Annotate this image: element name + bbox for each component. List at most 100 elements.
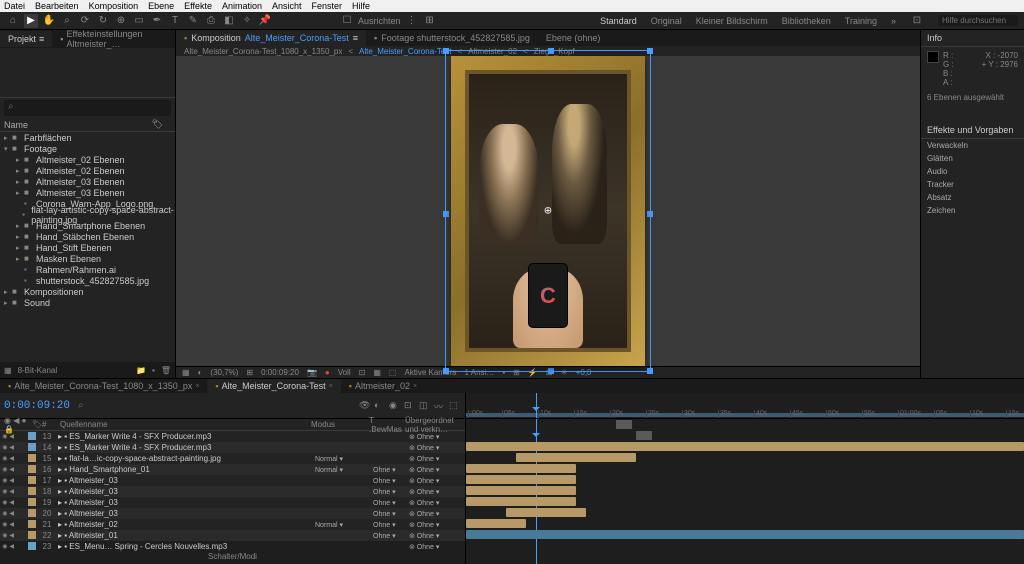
trash-icon[interactable]: 🗑 bbox=[161, 366, 171, 375]
workspace-training[interactable]: Training bbox=[845, 16, 877, 26]
timeline-layer-row[interactable]: ◉◀13▸ ▪ ES_Marker Write 4 - SFX Producer… bbox=[0, 431, 465, 442]
puppet-tool-icon[interactable]: 📌 bbox=[258, 14, 272, 28]
home-icon[interactable]: ⌂ bbox=[6, 14, 20, 28]
3d-icon[interactable]: ◫ bbox=[419, 400, 431, 412]
menu-window[interactable]: Fenster bbox=[312, 1, 343, 11]
project-folder[interactable]: ▸■Masken Ebenen bbox=[0, 253, 175, 264]
timeline-layer-row[interactable]: ◉◀14▸ ▪ ES_Marker Write 4 - SFX Producer… bbox=[0, 442, 465, 453]
menu-view[interactable]: Ansicht bbox=[272, 1, 302, 11]
tab-footage[interactable]: ▪Footage shutterstock_452827585.jpg bbox=[366, 30, 538, 46]
timeline-layer-row[interactable]: ◉◀23▸ ▪ ES_Menu… Spring - Cercles Nouvel… bbox=[0, 541, 465, 552]
shy-icon[interactable]: 👁 bbox=[359, 400, 371, 412]
project-folder[interactable]: ▸■Hand_Stäbchen Ebenen bbox=[0, 231, 175, 242]
project-search-input[interactable] bbox=[4, 100, 171, 116]
layer-bar[interactable] bbox=[506, 508, 586, 517]
view-option-icon[interactable]: ▪ bbox=[502, 368, 505, 377]
tab-project[interactable]: Projekt ≡ bbox=[0, 31, 52, 47]
brush-tool-icon[interactable]: ✎ bbox=[186, 14, 200, 28]
workspace-libraries[interactable]: Bibliotheken bbox=[782, 16, 831, 26]
views-dropdown[interactable]: 1 Ansi… bbox=[465, 368, 495, 377]
layer-bar[interactable] bbox=[466, 497, 576, 506]
camera-dropdown[interactable]: Aktive Kamera bbox=[404, 368, 456, 377]
timeline-tracks[interactable] bbox=[466, 419, 1024, 564]
stamp-tool-icon[interactable]: ⎙ bbox=[204, 14, 218, 28]
menu-composition[interactable]: Komposition bbox=[89, 1, 139, 11]
layer-bar[interactable] bbox=[516, 453, 636, 462]
project-folder[interactable]: ▸■Altmeister_03 Ebenen bbox=[0, 187, 175, 198]
frame-blend-icon[interactable]: ⊡ bbox=[404, 400, 416, 412]
guides-icon[interactable]: ▦ bbox=[373, 368, 381, 377]
panel-section[interactable]: Zeichen bbox=[921, 204, 1024, 217]
new-comp-icon[interactable]: ▪ bbox=[152, 366, 155, 375]
layer-bar[interactable] bbox=[636, 431, 652, 440]
project-folder[interactable]: ▸■Altmeister_02 Ebenen bbox=[0, 165, 175, 176]
exposure-icon[interactable]: ☀ bbox=[561, 368, 568, 377]
layer-bar[interactable] bbox=[466, 442, 1024, 451]
panel-section[interactable]: Audio bbox=[921, 165, 1024, 178]
tab-layer[interactable]: Ebene (ohne) bbox=[538, 30, 609, 46]
snapshot-icon[interactable]: 📷 bbox=[307, 368, 317, 377]
alpha-icon[interactable]: ◐ bbox=[198, 368, 203, 377]
crumb-item[interactable]: Alte_Meister_Corona-Test_1080_x_1350_px bbox=[184, 47, 342, 56]
project-file[interactable]: ▪Rahmen/Rahmen.ai bbox=[0, 264, 175, 275]
col-source[interactable]: Quellenname bbox=[60, 420, 311, 429]
layer-bar[interactable] bbox=[616, 420, 632, 429]
selection-tool-icon[interactable]: ▶ bbox=[24, 14, 38, 28]
timeline-tab[interactable]: ▪Altmeister_02× bbox=[341, 379, 425, 393]
fx-icon[interactable]: ◉ bbox=[389, 400, 401, 412]
timeline-layer-row[interactable]: ◉◀18▸ ▪ Altmeister_03Ohne ▾⊚ Ohne ▾ bbox=[0, 486, 465, 497]
workspace-more[interactable]: » bbox=[891, 16, 896, 26]
composition-viewer[interactable]: C ⊕ bbox=[176, 56, 920, 366]
timeline-layer-row[interactable]: ◉◀15▸ ▪ flat-la…ic-copy-space-abstract-p… bbox=[0, 453, 465, 464]
panel-section[interactable]: Glätten bbox=[921, 152, 1024, 165]
mask-icon[interactable]: ⬚ bbox=[389, 368, 397, 377]
mask-toggle-icon[interactable]: ▦ bbox=[182, 368, 190, 377]
timeline-layer-row[interactable]: ◉◀19▸ ▪ Altmeister_03Ohne ▾⊚ Ohne ▾ bbox=[0, 497, 465, 508]
col-tag-icon[interactable]: 🏷 bbox=[152, 119, 163, 130]
blur-icon[interactable]: ◐ bbox=[374, 400, 386, 412]
workspace-small[interactable]: Kleiner Bildschirm bbox=[696, 16, 768, 26]
menu-animation[interactable]: Animation bbox=[222, 1, 262, 11]
menu-layer[interactable]: Ebene bbox=[148, 1, 174, 11]
layer-bar[interactable] bbox=[466, 464, 576, 473]
workspace-original[interactable]: Original bbox=[651, 16, 682, 26]
search-icon[interactable]: ⌕ bbox=[78, 400, 84, 411]
project-file[interactable]: ▪shutterstock_452827585.jpg bbox=[0, 275, 175, 286]
timeline-icon[interactable]: ⊡ bbox=[546, 368, 553, 377]
sync-icon[interactable]: ⊡ bbox=[910, 14, 924, 28]
res-icon[interactable]: ⊞ bbox=[246, 368, 253, 377]
crumb-item[interactable]: Ziege_Kopf bbox=[534, 47, 575, 56]
interpret-icon[interactable]: ▦ bbox=[4, 366, 12, 375]
fast-preview-icon[interactable]: ⚡ bbox=[528, 368, 538, 377]
roto-tool-icon[interactable]: ✧ bbox=[240, 14, 254, 28]
project-folder[interactable]: ▸■Hand_Stift Ebenen bbox=[0, 242, 175, 253]
panel-section[interactable]: Absatz bbox=[921, 191, 1024, 204]
project-folder[interactable]: ▾■Footage bbox=[0, 143, 175, 154]
menu-icon[interactable]: ≡ bbox=[39, 34, 44, 44]
canvas[interactable]: C ⊕ bbox=[451, 56, 645, 366]
col-name[interactable]: Name bbox=[4, 120, 152, 130]
timeline-layer-row[interactable]: ◉◀17▸ ▪ Altmeister_03Ohne ▾⊚ Ohne ▾ bbox=[0, 475, 465, 486]
crumb-item[interactable]: Alte_Meister_Corona-Test bbox=[359, 47, 451, 56]
menu-help[interactable]: Hilfe bbox=[352, 1, 370, 11]
project-folder[interactable]: ▸■Farbflächen bbox=[0, 132, 175, 143]
workspace-standard[interactable]: Standard bbox=[600, 16, 637, 26]
toggle-icon[interactable]: ⊞ bbox=[423, 14, 437, 28]
channel-icon[interactable]: ● bbox=[325, 368, 330, 377]
help-search-input[interactable] bbox=[938, 15, 1018, 26]
menu-icon[interactable]: ≡ bbox=[353, 33, 358, 43]
draft-icon[interactable]: ⬚ bbox=[449, 400, 461, 412]
playhead[interactable] bbox=[536, 393, 537, 418]
layer-bar[interactable] bbox=[466, 519, 526, 528]
timeline-tab[interactable]: ▪Alte_Meister_Corona-Test_1080_x_1350_px… bbox=[0, 379, 207, 393]
project-folder[interactable]: ▸■Altmeister_03 Ebenen bbox=[0, 176, 175, 187]
panel-section[interactable]: Verwackeln bbox=[921, 139, 1024, 152]
timeline-layer-row[interactable]: ◉◀16▸ ▪ Hand_Smartphone_01Normal ▾Ohne ▾… bbox=[0, 464, 465, 475]
project-folder[interactable]: ▸■Kompositionen bbox=[0, 286, 175, 297]
timeline-tab[interactable]: ▪Alte_Meister_Corona-Test× bbox=[207, 379, 340, 393]
switches-modes-toggle[interactable]: Schalter/Modi bbox=[0, 552, 465, 564]
pixel-icon[interactable]: ⊞ bbox=[513, 368, 520, 377]
zoom-dropdown[interactable]: (30,7%) bbox=[210, 368, 238, 377]
layer-bar[interactable] bbox=[466, 475, 576, 484]
time-display[interactable]: 0:00:09:20 bbox=[261, 368, 299, 377]
